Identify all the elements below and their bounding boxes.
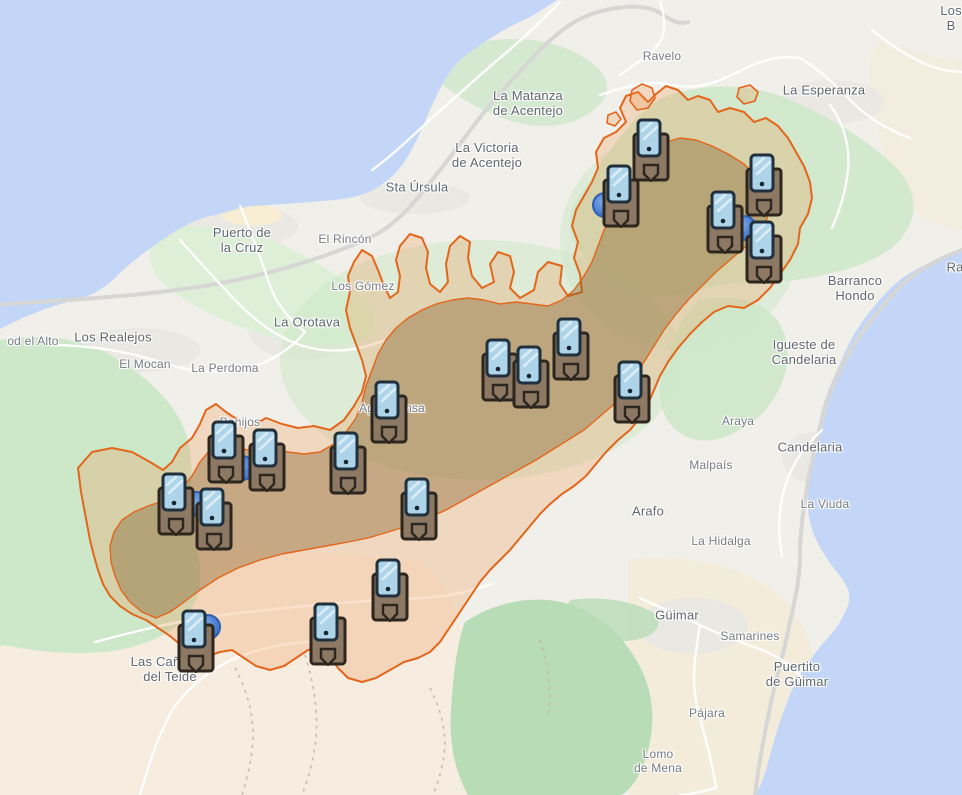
phone-button [760, 249, 765, 254]
phone-button [324, 631, 329, 636]
phone-button [760, 182, 765, 187]
phone-button [628, 389, 633, 394]
camera-phone-marker-icon [745, 220, 783, 284]
camera-phone-marker[interactable] [370, 380, 408, 444]
camera-phone-marker[interactable] [309, 602, 347, 666]
phone-button [527, 374, 532, 379]
camera-phone-marker-icon [706, 190, 744, 254]
phone-button [263, 457, 268, 462]
phone-button [496, 367, 501, 372]
phone-button [222, 449, 227, 454]
camera-phone-marker-icon [309, 602, 347, 666]
phone-button [344, 460, 349, 465]
camera-phone-marker[interactable] [371, 558, 409, 622]
camera-phone-marker[interactable] [248, 428, 286, 492]
map-viewport[interactable]: RaveloLos BLa EsperanzaLa Matanza de Ace… [0, 0, 962, 795]
camera-phone-marker[interactable] [195, 487, 233, 551]
camera-phone-marker-icon [371, 558, 409, 622]
camera-phone-marker-icon [400, 477, 438, 541]
camera-phone-marker-icon [613, 360, 651, 424]
camera-phone-marker[interactable] [552, 317, 590, 381]
camera-phone-marker[interactable] [157, 472, 195, 536]
phone-button [386, 587, 391, 592]
camera-phone-marker[interactable] [745, 220, 783, 284]
camera-phone-marker[interactable] [602, 164, 640, 228]
camera-phone-marker[interactable] [177, 609, 215, 673]
camera-phone-marker-icon [602, 164, 640, 228]
phone-button [415, 506, 420, 511]
camera-phone-marker[interactable] [512, 345, 550, 409]
camera-phone-marker-icon [195, 487, 233, 551]
phone-button [567, 346, 572, 351]
camera-phone-marker[interactable] [207, 420, 245, 484]
camera-phone-marker-icon [248, 428, 286, 492]
phone-button [172, 501, 177, 506]
camera-phone-marker-icon [329, 431, 367, 495]
camera-phone-marker[interactable] [745, 153, 783, 217]
camera-phone-marker[interactable] [329, 431, 367, 495]
camera-phone-marker[interactable] [400, 477, 438, 541]
camera-phone-marker-icon [745, 153, 783, 217]
phone-button [192, 638, 197, 643]
camera-phone-marker[interactable] [613, 360, 651, 424]
phone-button [721, 219, 726, 224]
camera-phone-marker-icon [177, 609, 215, 673]
phone-button [385, 409, 390, 414]
phone-button [210, 516, 215, 521]
camera-phone-marker-icon [370, 380, 408, 444]
phone-button [617, 193, 622, 198]
camera-phone-marker-icon [512, 345, 550, 409]
camera-phone-marker-icon [207, 420, 245, 484]
phone-button [647, 147, 652, 152]
camera-phone-marker-icon [552, 317, 590, 381]
camera-phone-marker-icon [157, 472, 195, 536]
camera-phone-marker[interactable] [706, 190, 744, 254]
